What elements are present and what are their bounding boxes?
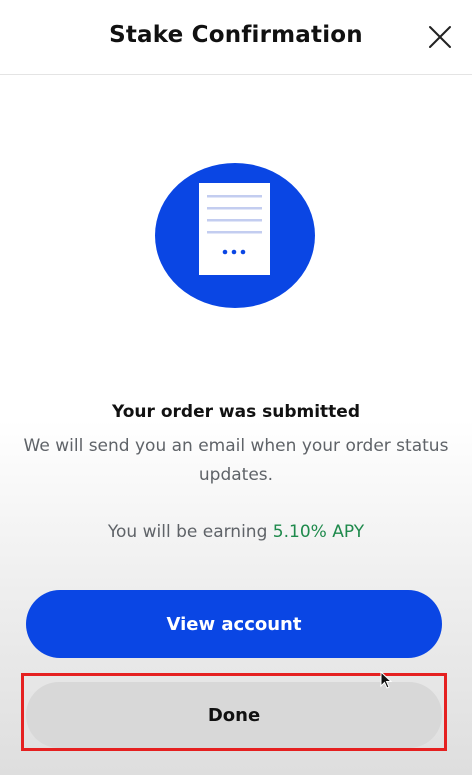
modal-header: Stake Confirmation	[0, 0, 472, 75]
view-account-button[interactable]: View account	[26, 590, 442, 658]
earning-prefix: You will be earning	[107, 522, 268, 542]
order-status-description: We will send you an email when your orde…	[23, 436, 449, 485]
apy-value: 5.10% APY	[272, 522, 365, 542]
order-status-title: Your order was submitted	[112, 402, 360, 422]
page-title: Stake Confirmation	[109, 22, 363, 48]
earning-info: You will be earning 5.10% APY	[0, 522, 472, 542]
close-icon[interactable]	[425, 22, 455, 52]
mouse-pointer-icon	[380, 670, 394, 691]
document-pending-icon	[155, 163, 315, 308]
